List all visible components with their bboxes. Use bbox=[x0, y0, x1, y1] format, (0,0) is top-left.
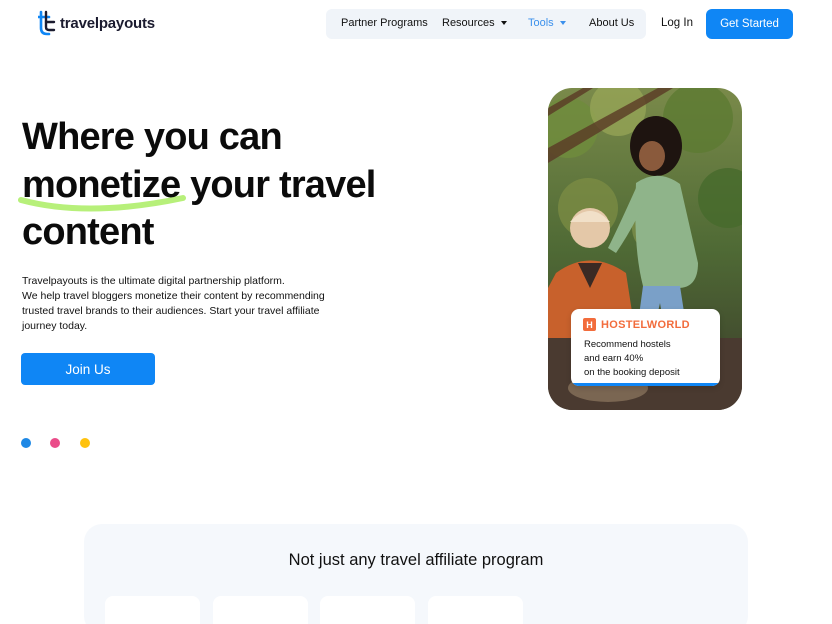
nav-label: About Us bbox=[589, 17, 635, 29]
program-card[interactable] bbox=[213, 596, 308, 624]
logo-text: travelpayouts bbox=[60, 14, 155, 32]
hostelworld-icon: H bbox=[583, 318, 596, 331]
nav-tools[interactable]: Tools bbox=[528, 17, 566, 29]
promo-line-1: Recommend hostels bbox=[584, 339, 671, 350]
nav-about-us[interactable]: About Us bbox=[589, 17, 634, 29]
promo-line-2: and earn 40% bbox=[584, 353, 644, 364]
hero-description-line-2: We help travel bloggers monetize their c… bbox=[22, 290, 325, 332]
hostelworld-brand-name: HOSTELWORLD bbox=[601, 318, 690, 331]
hero-title-line-1: Where you can bbox=[22, 116, 283, 158]
join-us-button[interactable]: Join Us bbox=[21, 353, 155, 385]
hero-description-line-1: Travelpayouts is the ultimate digital pa… bbox=[22, 275, 285, 287]
program-card[interactable] bbox=[320, 596, 415, 624]
carousel-dot[interactable] bbox=[80, 438, 90, 448]
program-card[interactable] bbox=[105, 596, 200, 624]
nav-label: Partner Programs bbox=[341, 17, 428, 29]
hostelworld-brand: H HOSTELWORLD bbox=[583, 318, 690, 331]
hero-description: Travelpayouts is the ultimate digital pa… bbox=[22, 274, 342, 334]
nav-partner-programs[interactable]: Partner Programs bbox=[341, 17, 428, 29]
nav-label: Resources bbox=[442, 17, 495, 29]
carousel-dot[interactable] bbox=[50, 438, 60, 448]
get-started-button[interactable]: Get Started bbox=[706, 9, 793, 39]
promo-progress-bar bbox=[571, 383, 720, 386]
hostelworld-promo-card[interactable]: H HOSTELWORLD Recommend hostels and earn… bbox=[571, 309, 720, 386]
carousel-dot[interactable] bbox=[21, 438, 31, 448]
chevron-down-icon bbox=[559, 21, 566, 25]
section-title: Not just any travel affiliate program bbox=[288, 551, 544, 569]
login-link[interactable]: Log In bbox=[661, 17, 693, 29]
nav-label: Tools bbox=[528, 17, 554, 29]
nav-resources[interactable]: Resources bbox=[442, 17, 507, 29]
travelpayouts-logo-icon bbox=[38, 10, 56, 36]
chevron-down-icon bbox=[500, 21, 507, 25]
hero-title-line-2: monetize your travel bbox=[22, 166, 376, 204]
promo-line-3: on the booking deposit bbox=[584, 367, 680, 378]
logo[interactable]: travelpayouts bbox=[38, 9, 155, 37]
hero-title-rest: your travel bbox=[190, 164, 376, 206]
hero-title-line-3: content bbox=[22, 211, 154, 253]
program-card[interactable] bbox=[428, 596, 523, 624]
hero-title-highlight: monetize bbox=[22, 164, 181, 206]
